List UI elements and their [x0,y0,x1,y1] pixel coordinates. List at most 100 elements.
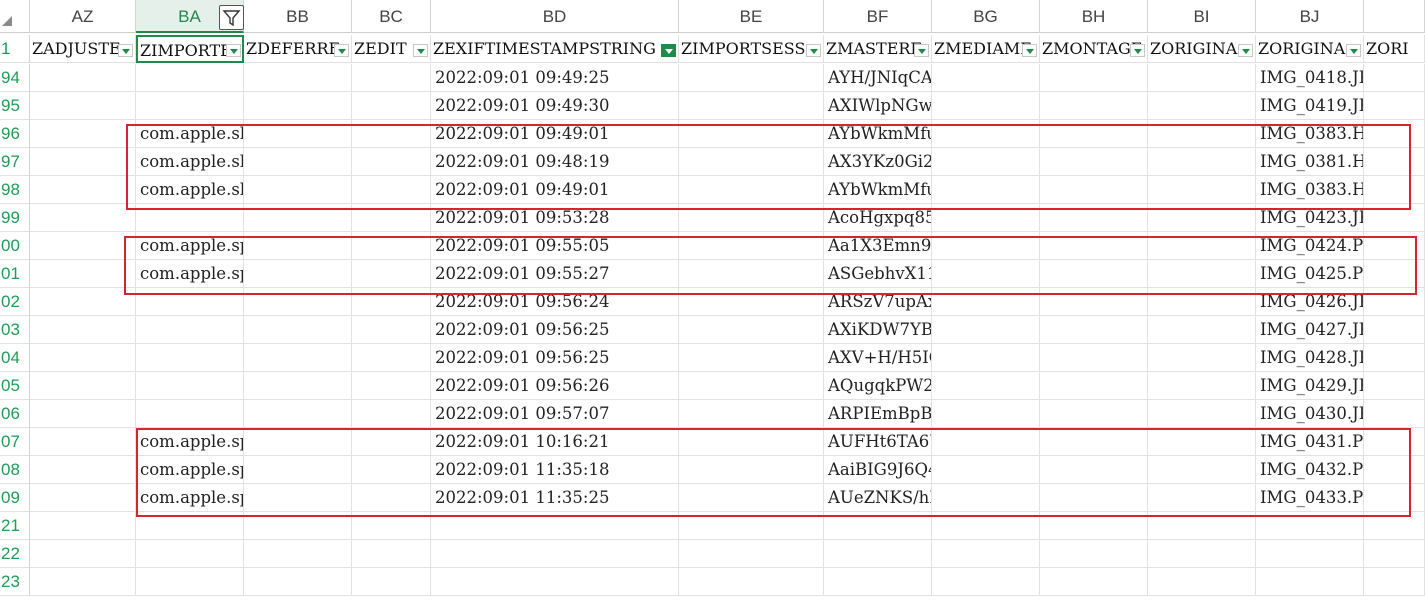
cell-ba[interactable] [136,344,244,372]
row-number[interactable]: 95 [0,92,30,120]
cell-bf[interactable]: AaiBIG9J6Q4RWQF8rGtjZrBdvNqI [824,456,932,484]
filter-dropdown-icon[interactable] [914,44,929,57]
empty-cell[interactable] [679,428,824,456]
empty-cell[interactable] [1364,232,1425,260]
cell-bd[interactable]: 2022:09:01 09:49:25 [431,64,679,92]
cell-ba[interactable]: com.apple.sharingd [136,176,244,204]
empty-cell[interactable] [1364,176,1425,204]
empty-cell[interactable] [932,512,1040,540]
cell-bf[interactable] [824,568,932,596]
column-header-be[interactable]: BE [679,0,824,33]
row-number[interactable]: 08 [0,456,30,484]
cell-bj[interactable]: IMG_0433.PNG [1256,484,1364,512]
cell-bj[interactable] [1256,540,1364,568]
empty-cell[interactable] [352,568,431,596]
empty-cell[interactable] [244,204,352,232]
empty-cell[interactable] [1148,512,1256,540]
cell-bd[interactable]: 2022:09:01 10:16:21 [431,428,679,456]
cell-ba[interactable] [136,400,244,428]
empty-cell[interactable] [1148,64,1256,92]
row-number[interactable]: 99 [0,204,30,232]
empty-cell[interactable] [30,400,136,428]
empty-cell[interactable] [1040,372,1148,400]
cell-bd[interactable]: 2022:09:01 09:49:01 [431,176,679,204]
cell-bj[interactable]: IMG_0381.HEIC [1256,148,1364,176]
empty-cell[interactable] [1040,260,1148,288]
empty-cell[interactable] [1040,288,1148,316]
row-number[interactable]: 03 [0,316,30,344]
cell-bj[interactable]: IMG_0429.JPG [1256,372,1364,400]
empty-cell[interactable] [352,428,431,456]
row-number[interactable]: 04 [0,344,30,372]
cell-bf[interactable]: AQugqkPW2l6u4ipwQbUwm2A3nfEj [824,372,932,400]
empty-cell[interactable] [679,456,824,484]
empty-cell[interactable] [352,176,431,204]
empty-cell[interactable] [244,64,352,92]
empty-cell[interactable] [352,92,431,120]
empty-cell[interactable] [1040,232,1148,260]
empty-cell[interactable] [679,316,824,344]
empty-cell[interactable] [932,120,1040,148]
cell-bd[interactable]: 2022:09:01 09:53:28 [431,204,679,232]
column-header-bi[interactable]: BI [1148,0,1256,33]
empty-cell[interactable] [679,484,824,512]
cell-bd[interactable]: 2022:09:01 09:55:05 [431,232,679,260]
cell-ba[interactable] [136,204,244,232]
cell-ba[interactable] [136,540,244,568]
empty-cell[interactable] [30,176,136,204]
cell-bj[interactable]: IMG_0431.PNG [1256,428,1364,456]
empty-cell[interactable] [1040,64,1148,92]
filter-dropdown-icon[interactable] [1238,44,1253,57]
cell-bd[interactable]: 2022:09:01 09:48:19 [431,148,679,176]
empty-cell[interactable] [30,204,136,232]
row-number[interactable]: 98 [0,176,30,204]
filter-dropdown-icon[interactable] [334,44,349,57]
cell-ba[interactable]: com.apple.springboard [136,428,244,456]
filter-dropdown-icon[interactable] [1130,44,1145,57]
empty-cell[interactable] [679,288,824,316]
empty-cell[interactable] [679,204,824,232]
active-filter-dropdown-icon[interactable] [661,44,676,57]
cell-bd[interactable] [431,512,679,540]
empty-cell[interactable] [932,148,1040,176]
row-number[interactable]: 94 [0,64,30,92]
empty-cell[interactable] [30,428,136,456]
empty-cell[interactable] [1148,288,1256,316]
cell-bf[interactable]: ARPIEmBpB/WcGaDWhZQp7ei8Tg5V [824,400,932,428]
empty-cell[interactable] [1040,316,1148,344]
cell-bf[interactable]: AUeZNKS/hFX37Dw0IivvRw6dofMx [824,484,932,512]
empty-cell[interactable] [932,344,1040,372]
empty-cell[interactable] [30,456,136,484]
empty-cell[interactable] [1040,92,1148,120]
empty-cell[interactable] [244,316,352,344]
header-cell[interactable]: ZIMPORTSESS [679,35,824,63]
empty-cell[interactable] [1364,344,1425,372]
cell-bf[interactable]: AXV+H/H5IGREix1v4Lfx4yDdUD8u [824,344,932,372]
empty-cell[interactable] [1040,176,1148,204]
cell-bf[interactable]: ARSzV7upAxwq8oki6gVtuhjbMQ6g [824,288,932,316]
spreadsheet[interactable]: AZ BA BB BC BD BE BF BG BH BI BJ 1 ZADJUSTE ZIMPORTE Z… [0,0,1425,602]
empty-cell[interactable] [244,288,352,316]
empty-cell[interactable] [1364,512,1425,540]
empty-cell[interactable] [1148,260,1256,288]
empty-cell[interactable] [30,568,136,596]
empty-cell[interactable] [679,148,824,176]
column-header-az[interactable]: AZ [30,0,136,33]
empty-cell[interactable] [30,92,136,120]
cell-ba[interactable] [136,64,244,92]
cell-bj[interactable]: IMG_0419.JPG [1256,92,1364,120]
empty-cell[interactable] [1364,64,1425,92]
empty-cell[interactable] [1148,344,1256,372]
cell-ba[interactable]: com.apple.sharingd [136,148,244,176]
row-number[interactable]: 09 [0,484,30,512]
cell-bf[interactable] [824,512,932,540]
cell-bd[interactable]: 2022:09:01 09:56:24 [431,288,679,316]
empty-cell[interactable] [1040,540,1148,568]
empty-cell[interactable] [1364,484,1425,512]
cell-bj[interactable]: IMG_0425.PNG [1256,260,1364,288]
empty-cell[interactable] [679,372,824,400]
column-header-bg[interactable]: BG [932,0,1040,33]
column-header-bc[interactable]: BC [352,0,431,33]
empty-cell[interactable] [244,372,352,400]
empty-cell[interactable] [679,92,824,120]
